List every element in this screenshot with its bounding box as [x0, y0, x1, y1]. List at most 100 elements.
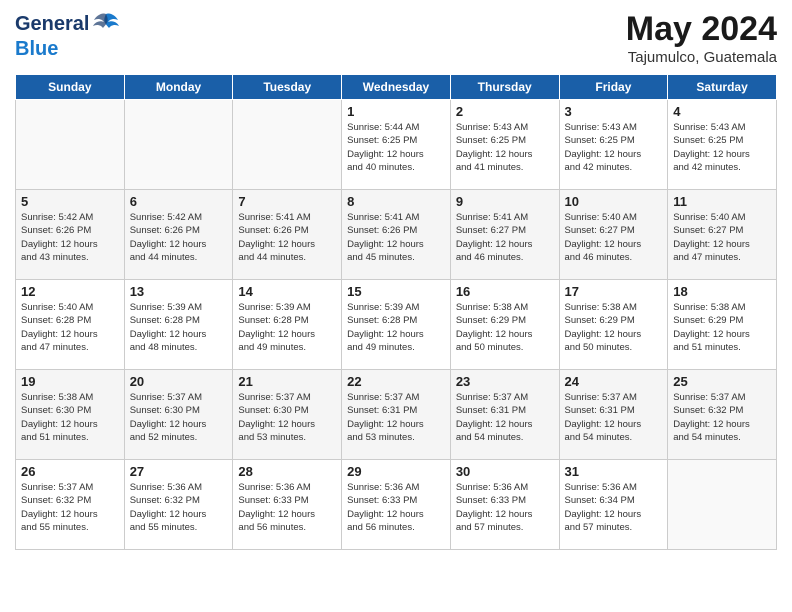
calendar-cell: 11Sunrise: 5:40 AM Sunset: 6:27 PM Dayli…	[668, 190, 777, 280]
day-info: Sunrise: 5:41 AM Sunset: 6:26 PM Dayligh…	[347, 211, 445, 264]
calendar-cell: 16Sunrise: 5:38 AM Sunset: 6:29 PM Dayli…	[450, 280, 559, 370]
day-info: Sunrise: 5:40 AM Sunset: 6:28 PM Dayligh…	[21, 301, 119, 354]
day-number: 12	[21, 284, 119, 299]
month-title: May 2024	[626, 10, 777, 49]
day-info: Sunrise: 5:38 AM Sunset: 6:29 PM Dayligh…	[673, 301, 771, 354]
calendar-cell: 31 Sunrise: 5:36 AM Sunset: 6:34 PM Dayli…	[559, 460, 668, 550]
day-number: 28	[238, 464, 336, 479]
day-info: Sunrise: 5:42 AM Sunset: 6:26 PM Dayligh…	[130, 211, 228, 264]
day-info: Sunrise: 5:37 AM Sunset: 6:31 PM Dayligh…	[565, 391, 663, 444]
calendar-cell: 26 Sunrise: 5:37 AM Sunset: 6:32 PM Dayli…	[16, 460, 125, 550]
calendar-header: SundayMondayTuesdayWednesdayThursdayFrid…	[16, 75, 777, 100]
calendar-cell	[668, 460, 777, 550]
day-number: 14	[238, 284, 336, 299]
day-info: Sunrise: 5:36 AM Sunset: 6:33 PM Dayligh…	[238, 481, 336, 534]
calendar-cell: 9 Sunrise: 5:41 AM Sunset: 6:27 PM Daylig…	[450, 190, 559, 280]
day-number: 17	[565, 284, 663, 299]
day-number: 21	[238, 374, 336, 389]
day-number: 20	[130, 374, 228, 389]
calendar-cell: 30 Sunrise: 5:36 AM Sunset: 6:33 PM Dayli…	[450, 460, 559, 550]
calendar-cell: 10 Sunrise: 5:40 AM Sunset: 6:27 PM Dayli…	[559, 190, 668, 280]
day-info: Sunrise: 5:44 AM Sunset: 6:25 PM Dayligh…	[347, 121, 445, 174]
calendar-cell: 22Sunrise: 5:37 AM Sunset: 6:31 PM Dayli…	[342, 370, 451, 460]
calendar-cell: 20Sunrise: 5:37 AM Sunset: 6:30 PM Dayli…	[124, 370, 233, 460]
day-info: Sunrise: 5:37 AM Sunset: 6:32 PM Dayligh…	[673, 391, 771, 444]
day-info: Sunrise: 5:37 AM Sunset: 6:32 PM Dayligh…	[21, 481, 119, 534]
day-of-week-wednesday: Wednesday	[342, 75, 451, 100]
day-number: 19	[21, 374, 119, 389]
logo-line: General	[15, 10, 120, 38]
calendar-cell: 23 Sunrise: 5:37 AM Sunset: 6:31 PM Dayli…	[450, 370, 559, 460]
day-of-week-tuesday: Tuesday	[233, 75, 342, 100]
day-number: 4	[673, 104, 771, 119]
days-of-week-row: SundayMondayTuesdayWednesdayThursdayFrid…	[16, 75, 777, 100]
day-number: 10	[565, 194, 663, 209]
logo-blue: Blue	[15, 38, 58, 60]
calendar-cell: 7 Sunrise: 5:41 AM Sunset: 6:26 PM Daylig…	[233, 190, 342, 280]
day-info: Sunrise: 5:41 AM Sunset: 6:26 PM Dayligh…	[238, 211, 336, 264]
day-info: Sunrise: 5:37 AM Sunset: 6:30 PM Dayligh…	[238, 391, 336, 444]
day-of-week-saturday: Saturday	[668, 75, 777, 100]
day-number: 26	[21, 464, 119, 479]
day-number: 1	[347, 104, 445, 119]
calendar-table: SundayMondayTuesdayWednesdayThursdayFrid…	[15, 74, 777, 550]
day-number: 30	[456, 464, 554, 479]
day-info: Sunrise: 5:37 AM Sunset: 6:31 PM Dayligh…	[456, 391, 554, 444]
calendar-cell: 3 Sunrise: 5:43 AM Sunset: 6:25 PM Daylig…	[559, 100, 668, 190]
day-info: Sunrise: 5:37 AM Sunset: 6:31 PM Dayligh…	[347, 391, 445, 444]
day-number: 27	[130, 464, 228, 479]
day-number: 7	[238, 194, 336, 209]
calendar-cell: 14Sunrise: 5:39 AM Sunset: 6:28 PM Dayli…	[233, 280, 342, 370]
day-number: 16	[456, 284, 554, 299]
calendar-week-4: 19Sunrise: 5:38 AM Sunset: 6:30 PM Dayli…	[16, 370, 777, 460]
day-info: Sunrise: 5:36 AM Sunset: 6:33 PM Dayligh…	[347, 481, 445, 534]
calendar-cell: 1 Sunrise: 5:44 AM Sunset: 6:25 PM Daylig…	[342, 100, 451, 190]
calendar-cell	[16, 100, 125, 190]
day-info: Sunrise: 5:39 AM Sunset: 6:28 PM Dayligh…	[347, 301, 445, 354]
calendar-week-2: 5Sunrise: 5:42 AM Sunset: 6:26 PM Daylig…	[16, 190, 777, 280]
day-info: Sunrise: 5:42 AM Sunset: 6:26 PM Dayligh…	[21, 211, 119, 264]
day-info: Sunrise: 5:36 AM Sunset: 6:33 PM Dayligh…	[456, 481, 554, 534]
calendar-cell: 19Sunrise: 5:38 AM Sunset: 6:30 PM Dayli…	[16, 370, 125, 460]
calendar-week-1: 1 Sunrise: 5:44 AM Sunset: 6:25 PM Daylig…	[16, 100, 777, 190]
day-number: 24	[565, 374, 663, 389]
day-number: 8	[347, 194, 445, 209]
day-number: 23	[456, 374, 554, 389]
day-number: 11	[673, 194, 771, 209]
day-of-week-friday: Friday	[559, 75, 668, 100]
day-info: Sunrise: 5:40 AM Sunset: 6:27 PM Dayligh…	[565, 211, 663, 264]
page-header: General Blue May 2024 Tajumulco, Guatema…	[15, 10, 777, 66]
calendar-cell: 13Sunrise: 5:39 AM Sunset: 6:28 PM Dayli…	[124, 280, 233, 370]
day-number: 9	[456, 194, 554, 209]
day-info: Sunrise: 5:41 AM Sunset: 6:27 PM Dayligh…	[456, 211, 554, 264]
calendar-cell: 24 Sunrise: 5:37 AM Sunset: 6:31 PM Dayli…	[559, 370, 668, 460]
day-number: 25	[673, 374, 771, 389]
logo: General Blue	[15, 10, 120, 61]
day-info: Sunrise: 5:36 AM Sunset: 6:34 PM Dayligh…	[565, 481, 663, 534]
day-number: 31	[565, 464, 663, 479]
location-subtitle: Tajumulco, Guatemala	[626, 49, 777, 66]
day-number: 15	[347, 284, 445, 299]
day-info: Sunrise: 5:43 AM Sunset: 6:25 PM Dayligh…	[456, 121, 554, 174]
day-info: Sunrise: 5:39 AM Sunset: 6:28 PM Dayligh…	[130, 301, 228, 354]
day-number: 6	[130, 194, 228, 209]
day-number: 29	[347, 464, 445, 479]
title-block: May 2024 Tajumulco, Guatemala	[626, 10, 777, 66]
day-of-week-thursday: Thursday	[450, 75, 559, 100]
calendar-cell: 18Sunrise: 5:38 AM Sunset: 6:29 PM Dayli…	[668, 280, 777, 370]
calendar-cell: 25 Sunrise: 5:37 AM Sunset: 6:32 PM Dayli…	[668, 370, 777, 460]
calendar-body: 1 Sunrise: 5:44 AM Sunset: 6:25 PM Daylig…	[16, 100, 777, 550]
logo-bird-icon	[92, 10, 120, 38]
calendar-cell: 15 Sunrise: 5:39 AM Sunset: 6:28 PM Dayli…	[342, 280, 451, 370]
calendar-cell	[233, 100, 342, 190]
day-info: Sunrise: 5:36 AM Sunset: 6:32 PM Dayligh…	[130, 481, 228, 534]
calendar-week-5: 26 Sunrise: 5:37 AM Sunset: 6:32 PM Dayli…	[16, 460, 777, 550]
calendar-cell: 27 Sunrise: 5:36 AM Sunset: 6:32 PM Dayli…	[124, 460, 233, 550]
day-number: 3	[565, 104, 663, 119]
day-of-week-monday: Monday	[124, 75, 233, 100]
day-info: Sunrise: 5:38 AM Sunset: 6:29 PM Dayligh…	[565, 301, 663, 354]
calendar-week-3: 12 Sunrise: 5:40 AM Sunset: 6:28 PM Dayli…	[16, 280, 777, 370]
logo-general: General	[15, 13, 89, 36]
day-info: Sunrise: 5:43 AM Sunset: 6:25 PM Dayligh…	[565, 121, 663, 174]
calendar-cell: 21 Sunrise: 5:37 AM Sunset: 6:30 PM Dayli…	[233, 370, 342, 460]
